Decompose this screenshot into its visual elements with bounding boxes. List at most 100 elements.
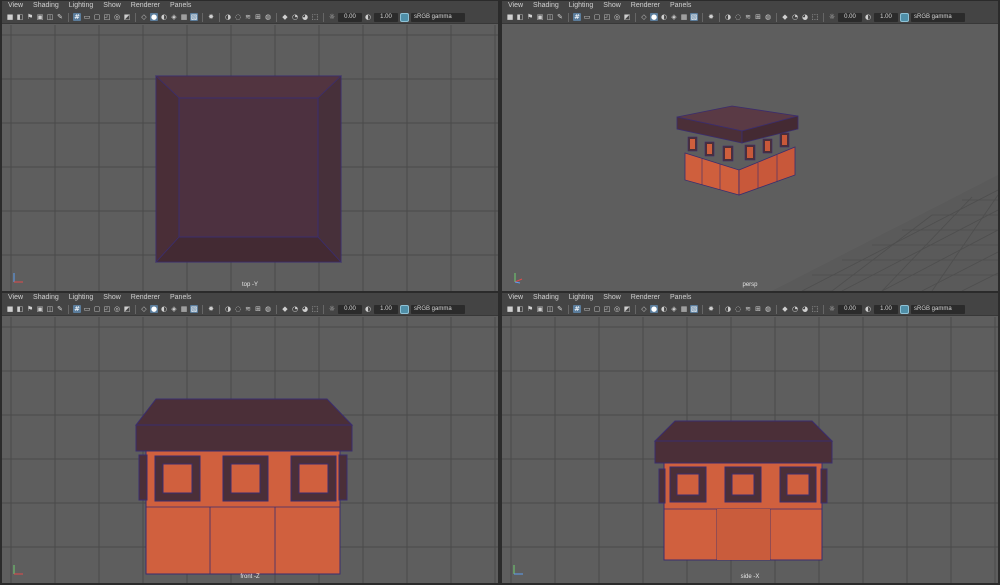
wireframe-on-shaded-icon[interactable]: ◈: [170, 13, 178, 21]
viewport-canvas[interactable]: top -Y: [2, 25, 498, 291]
menu-view[interactable]: View: [8, 293, 23, 303]
film-gate-icon[interactable]: ▭: [583, 305, 591, 313]
camera-icon[interactable]: ■: [506, 13, 514, 21]
film-gate-icon[interactable]: ▭: [83, 305, 91, 313]
viewport-canvas[interactable]: front -Z: [2, 317, 498, 583]
safe-action-icon[interactable]: ◩: [123, 305, 131, 313]
use-default-material-icon[interactable]: ◐: [160, 305, 168, 313]
gate-mask-icon[interactable]: ◰: [603, 305, 611, 313]
gate-mask-icon[interactable]: ◰: [103, 305, 111, 313]
safe-action-icon[interactable]: ◩: [623, 305, 631, 313]
xray-icon[interactable]: ▧: [190, 305, 198, 313]
gamma-field[interactable]: 1.00: [374, 304, 398, 314]
use-all-lights-icon[interactable]: ✸: [207, 13, 215, 21]
film-gate-icon[interactable]: ▭: [83, 13, 91, 21]
2d-pan-zoom-icon[interactable]: ◫: [546, 305, 554, 313]
field-chart-icon[interactable]: ◎: [613, 13, 621, 21]
motion-blur-icon[interactable]: ≋: [244, 305, 252, 313]
screen-space-ao-icon[interactable]: ◌: [734, 305, 742, 313]
menu-renderer[interactable]: Renderer: [631, 1, 660, 11]
2d-pan-zoom-icon[interactable]: ◫: [46, 13, 54, 21]
wireframe-on-shaded-icon[interactable]: ◈: [170, 305, 178, 313]
wireframe-icon[interactable]: ◇: [640, 305, 648, 313]
viewport-panel-top[interactable]: View Shading Lighting Show Renderer Pane…: [2, 1, 498, 291]
color-management-icon[interactable]: [900, 304, 909, 314]
multisample-aa-icon[interactable]: ⊞: [254, 305, 262, 313]
use-all-lights-icon[interactable]: ✸: [707, 13, 715, 21]
menu-lighting[interactable]: Lighting: [569, 293, 594, 303]
smooth-shade-icon[interactable]: ●: [150, 305, 158, 313]
exposure-field[interactable]: 0.00: [338, 12, 362, 22]
shadows-icon[interactable]: ◑: [224, 13, 232, 21]
xray-icon[interactable]: ▧: [190, 13, 198, 21]
depth-of-field-icon[interactable]: ◍: [264, 305, 272, 313]
bookmark-icon[interactable]: ⚑: [526, 13, 534, 21]
resolution-gate-icon[interactable]: ▢: [593, 13, 601, 21]
grease-pencil-icon[interactable]: ✎: [556, 305, 564, 313]
shadows-icon[interactable]: ◑: [724, 13, 732, 21]
backface-culling-icon[interactable]: ⬚: [811, 305, 819, 313]
textured-icon[interactable]: ▦: [180, 13, 188, 21]
field-chart-icon[interactable]: ◎: [113, 305, 121, 313]
gamma-icon[interactable]: ◐: [364, 305, 372, 313]
smooth-shade-icon[interactable]: ●: [650, 305, 658, 313]
gamma-icon[interactable]: ◐: [864, 305, 872, 313]
image-plane-icon[interactable]: ▣: [536, 13, 544, 21]
screen-space-ao-icon[interactable]: ◌: [234, 13, 242, 21]
color-space-label[interactable]: sRGB gamma: [911, 304, 965, 314]
grease-pencil-icon[interactable]: ✎: [56, 13, 64, 21]
viewport-panel-front[interactable]: View Shading Lighting Show Renderer Pane…: [2, 293, 498, 583]
2d-pan-zoom-icon[interactable]: ◫: [546, 13, 554, 21]
exposure-icon[interactable]: ☼: [828, 305, 836, 313]
menu-show[interactable]: Show: [603, 1, 621, 11]
color-space-label[interactable]: sRGB gamma: [411, 304, 465, 314]
menu-view[interactable]: View: [508, 1, 523, 11]
resolution-gate-icon[interactable]: ▢: [593, 305, 601, 313]
menu-panels[interactable]: Panels: [670, 293, 691, 303]
exposure-icon[interactable]: ☼: [328, 305, 336, 313]
use-default-material-icon[interactable]: ◐: [160, 13, 168, 21]
xray-active-icon[interactable]: ◔: [291, 13, 299, 21]
wireframe-icon[interactable]: ◇: [640, 13, 648, 21]
house-persp-view[interactable]: [676, 105, 799, 196]
grid-icon[interactable]: #: [73, 305, 81, 313]
viewport-canvas[interactable]: side -X: [502, 317, 998, 583]
depth-of-field-icon[interactable]: ◍: [264, 13, 272, 21]
smooth-shade-icon[interactable]: ●: [150, 13, 158, 21]
xray-joints-icon[interactable]: ◕: [301, 305, 309, 313]
field-chart-icon[interactable]: ◎: [113, 13, 121, 21]
gate-mask-icon[interactable]: ◰: [103, 13, 111, 21]
camera-attributes-icon[interactable]: ◧: [16, 13, 24, 21]
backface-culling-icon[interactable]: ⬚: [311, 305, 319, 313]
menu-renderer[interactable]: Renderer: [631, 293, 660, 303]
textured-icon[interactable]: ▦: [680, 305, 688, 313]
xray-icon[interactable]: ▧: [690, 13, 698, 21]
house-side-view[interactable]: [653, 420, 834, 561]
camera-icon[interactable]: ■: [6, 305, 14, 313]
screen-space-ao-icon[interactable]: ◌: [234, 305, 242, 313]
exposure-icon[interactable]: ☼: [828, 13, 836, 21]
motion-blur-icon[interactable]: ≋: [244, 13, 252, 21]
backface-culling-icon[interactable]: ⬚: [311, 13, 319, 21]
use-all-lights-icon[interactable]: ✸: [207, 305, 215, 313]
wireframe-on-shaded-icon[interactable]: ◈: [670, 13, 678, 21]
menu-renderer[interactable]: Renderer: [131, 1, 160, 11]
exposure-field[interactable]: 0.00: [838, 12, 862, 22]
image-plane-icon[interactable]: ▣: [536, 305, 544, 313]
menu-shading[interactable]: Shading: [33, 293, 59, 303]
grease-pencil-icon[interactable]: ✎: [56, 305, 64, 313]
menu-view[interactable]: View: [508, 293, 523, 303]
color-management-icon[interactable]: [400, 304, 409, 314]
isolate-select-icon[interactable]: ◆: [781, 13, 789, 21]
bookmark-icon[interactable]: ⚑: [526, 305, 534, 313]
menu-show[interactable]: Show: [103, 293, 121, 303]
xray-active-icon[interactable]: ◔: [791, 13, 799, 21]
grease-pencil-icon[interactable]: ✎: [556, 13, 564, 21]
wireframe-icon[interactable]: ◇: [140, 13, 148, 21]
grid-icon[interactable]: #: [573, 305, 581, 313]
color-management-icon[interactable]: [400, 12, 409, 22]
use-default-material-icon[interactable]: ◐: [660, 305, 668, 313]
gamma-field[interactable]: 1.00: [874, 12, 898, 22]
camera-icon[interactable]: ■: [506, 305, 514, 313]
grid-icon[interactable]: #: [73, 13, 81, 21]
